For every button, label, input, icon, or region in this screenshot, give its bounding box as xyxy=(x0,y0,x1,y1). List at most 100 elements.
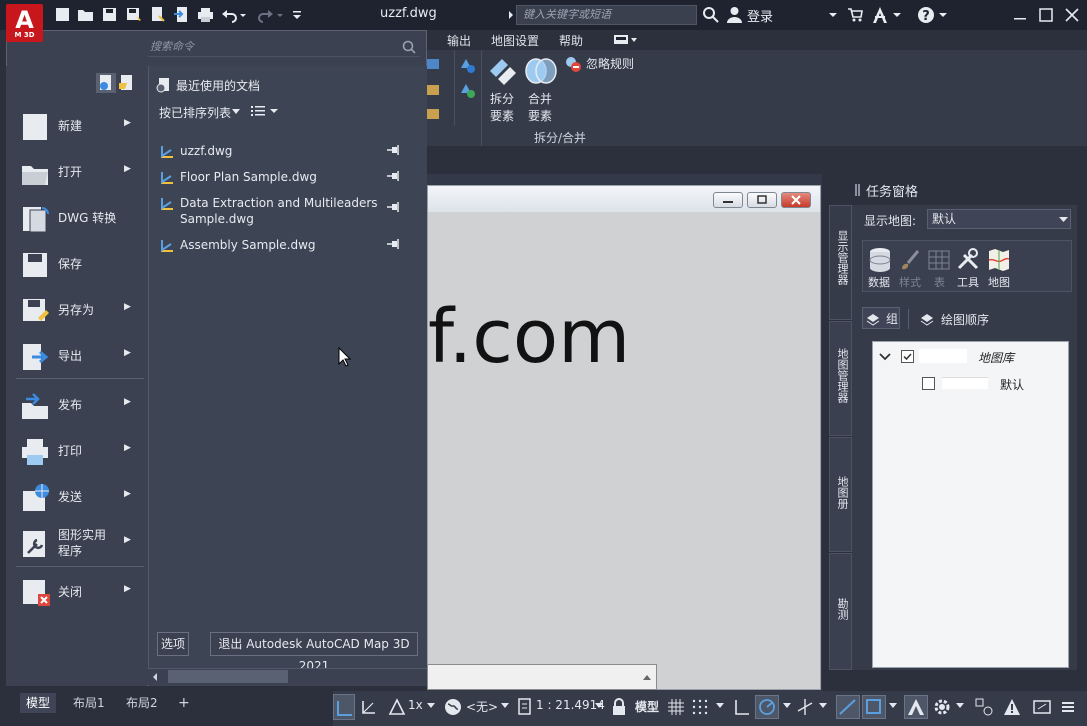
app-logo-button[interactable]: A M 3D xyxy=(6,4,43,42)
scroll-left-icon[interactable] xyxy=(152,673,158,681)
exit-button[interactable]: 退出 Autodesk AutoCAD Map 3D 2021 xyxy=(210,632,418,673)
tab-survey[interactable]: 勘测 xyxy=(829,553,852,670)
collapse-chevron-icon[interactable] xyxy=(879,352,891,362)
model-space-toggle[interactable] xyxy=(333,694,355,720)
workspace-icon[interactable] xyxy=(975,698,993,716)
menu-item-export[interactable]: 导出 ▶ xyxy=(16,334,144,378)
open-documents-toggle-icon[interactable] xyxy=(118,74,136,92)
pin-icon[interactable] xyxy=(386,144,400,156)
tools-icon[interactable] xyxy=(956,248,980,272)
drawing-minimize-button[interactable] xyxy=(713,192,743,208)
search-icon[interactable] xyxy=(402,40,416,54)
chevron-down-icon[interactable] xyxy=(427,703,435,709)
chevron-right-icon[interactable] xyxy=(507,9,515,21)
pin-icon[interactable] xyxy=(386,238,400,250)
ribbon-minimize-toggle-icon[interactable] xyxy=(613,34,639,46)
table-icon[interactable] xyxy=(928,249,950,271)
ucs-icon[interactable] xyxy=(360,698,378,716)
cart-icon[interactable] xyxy=(847,7,863,23)
pin-icon[interactable] xyxy=(386,201,400,213)
split-features-icon[interactable] xyxy=(486,55,518,87)
tab-model[interactable]: 模型 xyxy=(20,693,57,713)
maximize-button[interactable] xyxy=(1034,4,1058,26)
merge-features-label[interactable]: 合并 要素 xyxy=(523,91,557,125)
menu-item-open[interactable]: 打开 ▶ xyxy=(16,150,144,194)
group-view-button[interactable]: 组 xyxy=(862,307,900,329)
chevron-down-icon[interactable] xyxy=(956,703,964,709)
ribbon-partial-tools-icon[interactable] xyxy=(427,55,445,125)
annotation-monitor-toggle[interactable] xyxy=(904,695,928,719)
draw-order-button[interactable]: 绘图顺序 xyxy=(941,311,989,328)
drawing-window[interactable]: f.com xyxy=(427,185,821,690)
isometric-drafting-icon[interactable] xyxy=(796,698,814,716)
map-icon[interactable] xyxy=(987,248,1011,272)
annotation-scale-factor[interactable]: 1x xyxy=(408,698,423,712)
command-line[interactable] xyxy=(427,664,657,690)
layer-checkbox-default[interactable] xyxy=(922,377,935,390)
display-map-select[interactable]: 默认 xyxy=(927,209,1071,229)
tab-map-book[interactable]: 地图册 xyxy=(829,437,852,552)
tab-output[interactable]: 输出 xyxy=(447,32,471,49)
menu-search-input[interactable]: 搜索命令 xyxy=(148,37,420,57)
gear-icon[interactable] xyxy=(933,698,951,716)
undo-dropdown-icon[interactable] xyxy=(238,6,248,23)
menu-item-publish[interactable]: 发布 ▶ xyxy=(16,383,144,427)
menu-item-print[interactable]: 打印 ▶ xyxy=(16,429,144,473)
command-line-expand-icon[interactable] xyxy=(642,673,652,681)
menu-item-new[interactable]: 新建 ▶ xyxy=(16,104,144,148)
draw-order-icon[interactable] xyxy=(919,310,935,326)
scrollbar-thumb[interactable] xyxy=(168,670,288,683)
undo-icon[interactable] xyxy=(221,6,238,23)
tab-display-manager[interactable]: 显示管理器 xyxy=(829,205,852,320)
feature-refresh-icon[interactable] xyxy=(458,81,476,99)
customize-toolbar-icon[interactable] xyxy=(291,6,303,23)
save-as-icon[interactable] xyxy=(125,6,142,23)
save-icon[interactable] xyxy=(101,6,118,23)
help-dropdown-icon[interactable] xyxy=(939,11,947,19)
ignore-rules-icon[interactable] xyxy=(565,56,582,73)
drawing-window-titlebar[interactable] xyxy=(428,186,820,212)
lock-icon[interactable] xyxy=(610,698,628,716)
warning-icon[interactable] xyxy=(1003,698,1021,716)
layer-label-default[interactable]: 默认 xyxy=(1000,376,1024,393)
chevron-down-icon[interactable] xyxy=(783,703,791,709)
help-icon[interactable]: ? xyxy=(917,6,935,24)
object-snap-toggle[interactable] xyxy=(862,695,886,719)
feature-rule-icon[interactable] xyxy=(458,56,476,74)
login-dropdown-icon[interactable] xyxy=(829,11,837,19)
help-search-input[interactable]: 键入关键字或短语 xyxy=(516,5,697,25)
pin-icon[interactable] xyxy=(386,170,400,182)
import-icon[interactable] xyxy=(173,6,190,23)
menu-item-drawing-utilities[interactable]: 图形实用 程序 ▶ xyxy=(16,521,144,565)
login-button[interactable]: 登录 xyxy=(747,6,773,25)
drawing-restore-button[interactable] xyxy=(747,192,777,208)
chevron-down-icon[interactable] xyxy=(232,109,240,115)
tool-data-label[interactable]: 数据 xyxy=(868,274,890,290)
redo-dropdown-icon[interactable] xyxy=(275,6,285,23)
tab-map-explorer[interactable]: 地图管理器 xyxy=(829,321,852,436)
snap-mode-icon[interactable] xyxy=(691,698,709,716)
drawing-close-button[interactable] xyxy=(781,192,811,208)
tool-map-label[interactable]: 地图 xyxy=(988,274,1010,290)
ortho-icon[interactable] xyxy=(733,698,751,716)
coordinate-system[interactable]: <无> xyxy=(466,698,498,715)
annotation-visibility-icon[interactable] xyxy=(388,698,406,716)
object-snap-tracking-toggle[interactable] xyxy=(836,695,860,719)
fullscreen-icon[interactable] xyxy=(1033,698,1051,716)
chevron-down-icon[interactable] xyxy=(889,703,897,709)
scale-sheet-icon[interactable] xyxy=(516,698,534,716)
print-icon[interactable] xyxy=(197,6,214,23)
redo-icon[interactable] xyxy=(257,6,274,23)
add-layout-button[interactable]: + xyxy=(172,693,196,713)
style-brush-icon[interactable] xyxy=(899,249,921,271)
tool-tools-label[interactable]: 工具 xyxy=(957,274,979,290)
ignore-rules-label[interactable]: 忽略规则 xyxy=(586,56,634,73)
menu-horizontal-scrollbar[interactable] xyxy=(148,668,427,685)
minimize-button[interactable] xyxy=(1008,4,1032,26)
chevron-down-icon[interactable] xyxy=(501,703,509,709)
customization-menu-icon[interactable] xyxy=(1059,698,1077,716)
model-space-button[interactable]: 模型 xyxy=(635,698,659,715)
tab-layout2[interactable]: 布局2 xyxy=(120,693,164,713)
grid-icon[interactable] xyxy=(667,698,685,716)
data-icon[interactable] xyxy=(868,247,892,273)
